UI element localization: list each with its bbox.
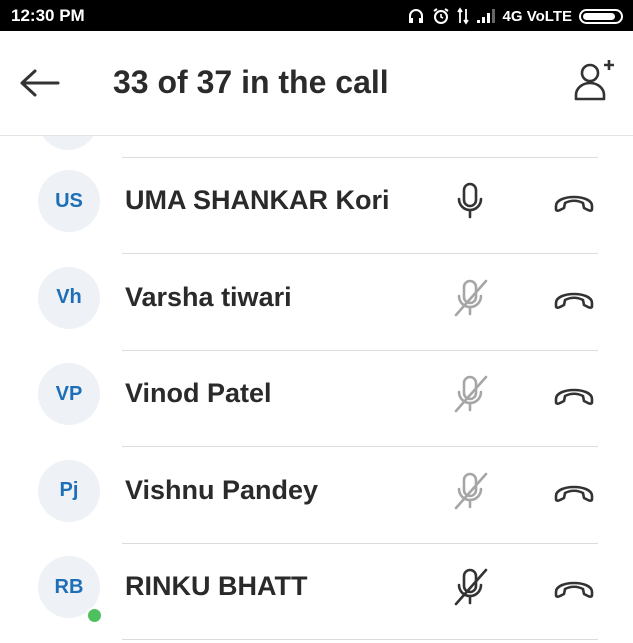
participant-row[interactable]: Pj Vishnu Pandey bbox=[0, 448, 633, 544]
signal-icon bbox=[476, 8, 496, 24]
page-title: 33 of 37 in the call bbox=[113, 64, 389, 100]
participant-row[interactable]: RB RINKU BHATT bbox=[0, 544, 633, 640]
avatar: VP bbox=[38, 363, 100, 425]
online-status-dot bbox=[86, 607, 103, 624]
participant-name: Vinod Patel bbox=[125, 378, 272, 408]
microphone-off-icon[interactable] bbox=[448, 275, 494, 321]
alarm-icon bbox=[432, 7, 450, 25]
hang-up-icon[interactable] bbox=[550, 184, 598, 220]
microphone-icon[interactable] bbox=[448, 178, 494, 224]
avatar: US bbox=[38, 170, 100, 232]
participant-name: UMA SHANKAR Kori bbox=[125, 185, 390, 215]
microphone-off-icon[interactable] bbox=[448, 468, 494, 514]
participant-name: RINKU BHATT bbox=[125, 571, 308, 601]
participant-name: Varsha tiwari bbox=[125, 281, 292, 312]
participant-list[interactable]: US UMA SHANKAR Kori Vh Varsha tiwari VP Vinod… bbox=[0, 136, 633, 643]
arrow-left-icon bbox=[20, 69, 60, 97]
battery-icon bbox=[579, 8, 623, 24]
hang-up-icon[interactable] bbox=[550, 377, 598, 413]
network-label: 4G VoLTE bbox=[502, 7, 572, 25]
add-participant-button[interactable] bbox=[572, 59, 616, 103]
status-time: 12:30 PM bbox=[11, 6, 85, 25]
hang-up-icon[interactable] bbox=[550, 570, 598, 606]
avatar: Pj bbox=[38, 459, 100, 522]
status-bar: 12:30 PM 4G VoLTE bbox=[0, 0, 633, 31]
add-person-icon bbox=[574, 60, 614, 101]
microphone-off-icon[interactable] bbox=[448, 371, 494, 417]
participant-row[interactable]: VP Vinod Patel bbox=[0, 351, 633, 447]
back-button[interactable] bbox=[18, 67, 62, 99]
participant-row[interactable]: Vh Varsha tiwari bbox=[0, 255, 633, 351]
avatar bbox=[38, 136, 98, 150]
participant-name: Vishnu Pandey bbox=[125, 474, 319, 505]
status-icons: 4G VoLTE bbox=[407, 4, 623, 28]
hang-up-icon[interactable] bbox=[550, 281, 598, 317]
headphones-icon bbox=[407, 7, 425, 25]
participant-row[interactable]: US UMA SHANKAR Kori bbox=[0, 158, 633, 254]
hang-up-icon[interactable] bbox=[550, 474, 598, 510]
divider bbox=[122, 639, 598, 640]
data-arrows-icon bbox=[456, 7, 469, 25]
microphone-off-icon[interactable] bbox=[448, 564, 494, 610]
app-bar: 33 of 37 in the call bbox=[0, 31, 633, 136]
avatar: Vh bbox=[38, 266, 100, 329]
